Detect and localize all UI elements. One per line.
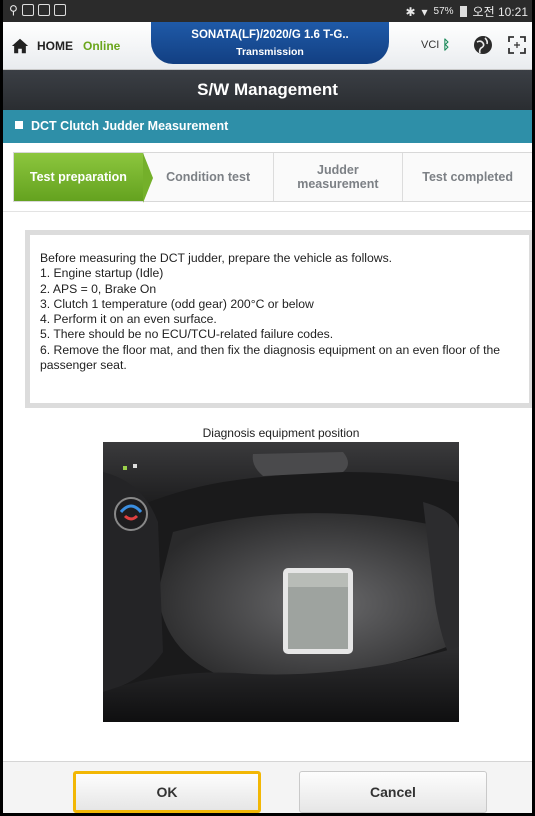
home-button[interactable]: HOME Online <box>11 37 120 55</box>
vci-label: VCI <box>421 38 440 51</box>
diagnosis-equipment-photo <box>103 442 459 722</box>
app-frame: ⚲ ✱ ▾ 57% 오전 10:21 HOME Online SONATA(LF… <box>0 0 535 816</box>
vehicle-model: SONATA(LF)/2020/G 1.6 T-G.. <box>191 29 349 41</box>
wifi-icon: ▾ <box>421 4 428 19</box>
cancel-button[interactable]: Cancel <box>299 771 487 813</box>
divider <box>3 211 532 212</box>
home-icon <box>11 38 29 54</box>
instruction-line: 3. Clutch 1 temperature (odd gear) 200°C… <box>40 296 314 311</box>
step-test-preparation: Test preparation <box>14 153 153 203</box>
clock: 오전 10:21 <box>472 5 528 19</box>
instruction-text: Before measuring the DCT judder, prepare… <box>30 235 529 403</box>
home-label: HOME <box>37 39 73 53</box>
screenshot-icon <box>21 4 34 16</box>
image-caption: Diagnosis equipment position <box>202 426 360 440</box>
section-title: DCT Clutch Judder Measurement <box>3 110 532 143</box>
footer-bar: OK Cancel <box>3 761 532 813</box>
system-indicators: ✱ ▾ 57% 오전 10:21 <box>405 3 528 20</box>
instruction-line: 4. Perform it on an even surface. <box>40 312 217 327</box>
bluetooth-icon: ✱ <box>405 4 416 19</box>
online-status: Online <box>83 39 121 53</box>
vehicle-info: SONATA(LF)/2020/G 1.6 T-G.. Transmission <box>151 22 389 64</box>
fullscreen-icon[interactable] <box>506 34 528 56</box>
instruction-line: 5. There should be no ECU/TCU-related fa… <box>40 327 334 342</box>
bluetooth-icon: ᛒ <box>442 37 451 52</box>
instruction-line: 6. Remove the floor mat, and then fix th… <box>40 342 504 373</box>
step-condition-test: Condition test <box>143 153 274 201</box>
app-header: HOME Online SONATA(LF)/2020/G 1.6 T-G.. … <box>3 22 532 70</box>
car-interior-illustration <box>103 442 459 722</box>
usb-icon: ⚲ <box>9 3 18 17</box>
globe-icon[interactable] <box>472 34 494 56</box>
battery-icon <box>459 6 467 17</box>
bullet-square-icon <box>15 121 23 129</box>
vci-status[interactable]: VCI ᛒ <box>421 37 450 52</box>
step-indicator: Test preparation Condition test Judder m… <box>13 152 532 203</box>
instruction-panel: Before measuring the DCT judder, prepare… <box>25 230 532 408</box>
step-test-completed: Test completed <box>403 153 532 201</box>
status-bar: ⚲ ✱ ▾ 57% 오전 10:21 <box>3 0 532 22</box>
page-title: S/W Management <box>3 70 532 110</box>
instruction-intro: Before measuring the DCT judder, prepare… <box>40 251 393 265</box>
ok-button[interactable]: OK <box>73 771 261 813</box>
gallery-icon <box>37 4 50 16</box>
notification-icons: ⚲ <box>9 3 66 17</box>
download-icon <box>53 4 66 16</box>
section-title-text: DCT Clutch Judder Measurement <box>31 119 229 133</box>
step-judder-measurement: Judder measurement <box>273 153 404 201</box>
instruction-line: 2. APS = 0, Brake On <box>40 281 157 296</box>
battery-percent: 57% <box>433 6 454 17</box>
vehicle-system: Transmission <box>236 46 304 58</box>
instruction-line: 1. Engine startup (Idle) <box>40 266 164 281</box>
